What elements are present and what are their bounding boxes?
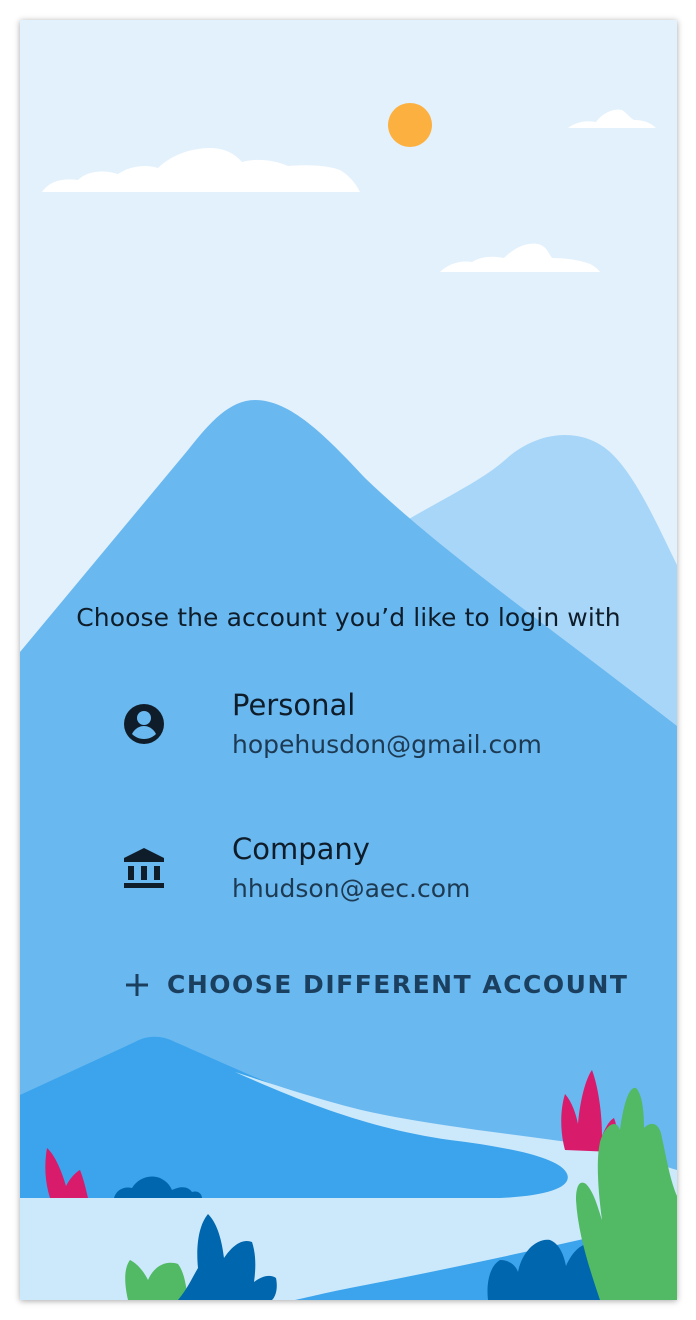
account-circle-icon [124, 704, 164, 744]
account-email: hopehusdon@gmail.com [232, 730, 542, 759]
account-option-company[interactable]: Company hhudson@aec.com [100, 826, 600, 916]
account-prompt: Choose the account you’d like to login w… [76, 603, 621, 632]
bank-icon [124, 848, 164, 888]
account-title: Company [232, 832, 370, 866]
choose-different-account-button[interactable]: CHOOSE DIFFERENT ACCOUNT [120, 964, 627, 1008]
account-title: Personal [232, 688, 356, 722]
choose-different-account-label: CHOOSE DIFFERENT ACCOUNT [167, 970, 629, 999]
account-option-personal[interactable]: Personal hopehusdon@gmail.com [100, 682, 600, 772]
login-screen: Choose the account you’d like to login w… [20, 20, 677, 1300]
sun-graphic [388, 103, 432, 147]
landscape-illustration [20, 20, 677, 1300]
account-email: hhudson@aec.com [232, 874, 471, 903]
plus-icon [126, 974, 148, 996]
